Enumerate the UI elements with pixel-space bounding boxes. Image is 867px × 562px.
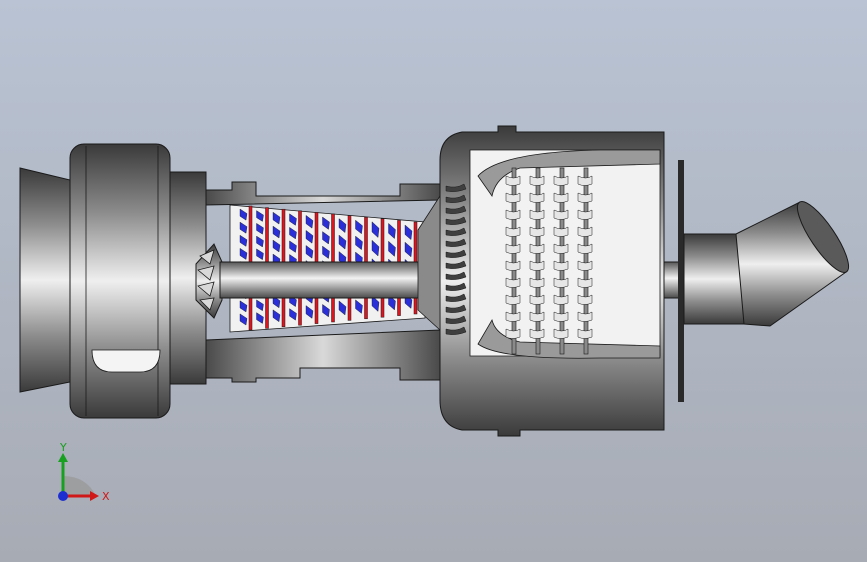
y-axis-label: Y (59, 441, 67, 454)
x-axis-arrow (90, 491, 99, 501)
casing-cutout (91, 349, 161, 373)
coordinate-triad: Y X (58, 441, 110, 503)
exhaust-pipe (683, 233, 745, 325)
front-casing-drum (69, 143, 171, 419)
z-axis-dot (58, 491, 68, 501)
compressor-outer-duct-bottom (205, 329, 441, 383)
y-axis-arrow (58, 453, 68, 462)
cad-viewport[interactable]: Y X (0, 0, 867, 562)
jet-engine-section-model[interactable] (0, 0, 867, 562)
diffuser-cone (417, 194, 441, 331)
intake-bellmouth (19, 167, 71, 393)
compressor-outer-duct-top (205, 181, 441, 206)
rear-flange (678, 160, 684, 402)
x-axis-label: X (102, 490, 110, 503)
